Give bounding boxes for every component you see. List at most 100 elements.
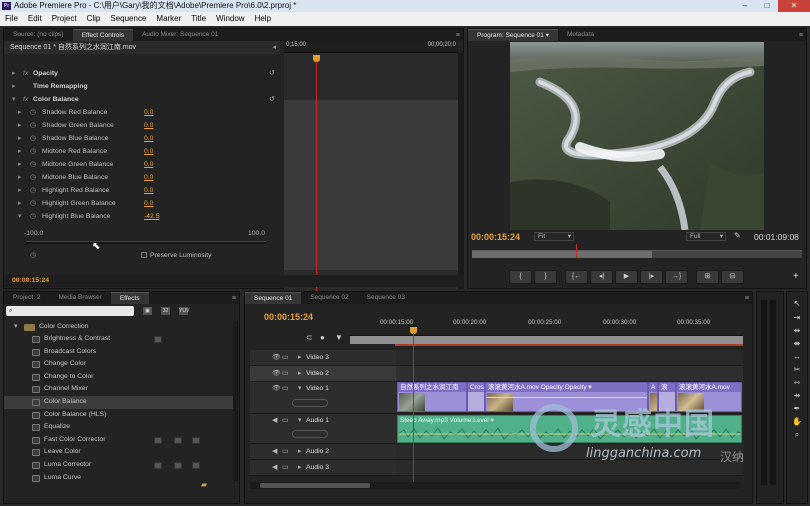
track-lane-audio-3[interactable] [396, 460, 743, 476]
accelerated-effects-button[interactable]: ▣ [142, 306, 153, 316]
stopwatch-icon[interactable]: ◷ [30, 249, 36, 262]
tab-sequence-01[interactable]: Sequence 01 [245, 292, 302, 304]
effect-item[interactable]: Luma Curve [4, 472, 234, 485]
sync-icon[interactable]: ▭ [282, 444, 288, 460]
track-header-audio-2[interactable]: ◀ ▭ ▸ Audio 2 [250, 444, 396, 460]
minimize-icon[interactable]: – [734, 0, 756, 12]
expand-arrow-icon[interactable]: ▸ [18, 119, 21, 132]
program-playhead[interactable] [576, 244, 577, 258]
rolling-edit-tool-icon[interactable]: ⇼ [790, 338, 804, 350]
param-value[interactable]: 0.0 [144, 158, 153, 171]
wrench-icon[interactable]: ✎ [734, 231, 741, 240]
tab-media-browser[interactable]: Media Browser [49, 292, 110, 304]
param-value[interactable]: -42.5 [144, 210, 160, 223]
eye-icon[interactable]: 👁 [272, 366, 281, 382]
track-lane-video-3[interactable] [396, 350, 743, 366]
timeline-timecode[interactable]: 00:00:15:24 [264, 312, 313, 322]
expand-arrow-icon[interactable]: ▸ [298, 350, 301, 366]
menu-file[interactable]: File [0, 12, 23, 26]
maximize-icon[interactable]: □ [756, 0, 778, 12]
timeline-ruler[interactable]: 00:00:15:00 00:00:20:00 00:00:25:00 00:0… [350, 316, 743, 336]
param-value[interactable]: 0.0 [144, 184, 153, 197]
expand-arrow-icon[interactable]: ▸ [18, 197, 21, 210]
tab-project[interactable]: Project: 2 [4, 292, 49, 304]
fit-dropdown[interactable]: Fit ▾ [534, 232, 574, 241]
effect-item[interactable]: Channel Mixer [4, 383, 234, 396]
speaker-icon[interactable]: ◀ [272, 413, 277, 429]
tab-metadata[interactable]: Metadata [558, 29, 603, 41]
razor-tool-icon[interactable]: ✂ [790, 364, 804, 376]
expand-arrow-icon[interactable]: ▸ [298, 366, 301, 382]
collapse-arrow-icon[interactable]: ▾ [14, 321, 17, 334]
keyframe-nav-control[interactable] [292, 399, 328, 407]
hand-tool-icon[interactable]: ✋ [790, 416, 804, 428]
expand-arrow-icon[interactable]: ▸ [18, 158, 21, 171]
effect-item[interactable]: Change to Color [4, 371, 234, 384]
marker-icon[interactable]: ● [320, 333, 325, 342]
effect-controls-timecode[interactable]: 00:00:15:24 [12, 277, 49, 284]
collapse-arrow-icon[interactable]: ▾ [298, 381, 301, 397]
32bit-effects-button[interactable]: 32 [160, 306, 171, 316]
collapse-arrow-icon[interactable]: ▾ [298, 413, 301, 429]
go-to-in-button[interactable]: {← [565, 270, 588, 284]
timeline-h-scrollbar[interactable] [250, 482, 740, 489]
tab-sequence-02[interactable]: Sequence 02 [301, 292, 357, 304]
track-select-tool-icon[interactable]: ⇥ [790, 312, 804, 324]
film-icon[interactable]: ▭ [282, 366, 288, 382]
eye-icon[interactable]: 👁 [272, 350, 281, 366]
go-to-out-button[interactable]: →} [665, 270, 688, 284]
effect-item[interactable]: Equalize [4, 421, 234, 434]
param-value[interactable]: 0.0 [144, 106, 153, 119]
stopwatch-icon[interactable]: ◷ [30, 197, 36, 210]
menu-clip[interactable]: Clip [82, 12, 106, 26]
keyframe-scrollbar[interactable] [458, 53, 464, 289]
effects-scrollbar[interactable] [233, 321, 238, 481]
param-value[interactable]: 0.0 [144, 171, 153, 184]
effect-row-opacity[interactable]: ▸ fx Opacity ↺ [4, 67, 280, 80]
video-clip[interactable]: 自然系列之水润江南 [397, 382, 467, 412]
work-area-bar[interactable] [350, 336, 743, 344]
track-header-video-3[interactable]: 👁 ▭ ▸ Video 3 [250, 350, 396, 366]
expand-arrow-icon[interactable]: ▸ [18, 145, 21, 158]
quality-dropdown[interactable]: Full ▾ [686, 232, 726, 241]
film-icon[interactable]: ▭ [282, 350, 288, 366]
menu-help[interactable]: Help [250, 12, 276, 26]
tab-effect-controls[interactable]: Effect Controls [72, 29, 134, 41]
tab-audio-mixer[interactable]: Audio Mixer: Sequence 01 [133, 29, 227, 41]
panel-menu-icon[interactable]: ≡ [232, 293, 236, 305]
menu-title[interactable]: Title [186, 12, 211, 26]
menu-window[interactable]: Window [211, 12, 249, 26]
pen-tool-icon[interactable]: ✒ [790, 403, 804, 415]
film-icon[interactable]: ▭ [282, 381, 288, 397]
keyframe-nav-control[interactable] [292, 430, 328, 438]
collapse-arrow-icon[interactable]: ◂ [272, 41, 276, 54]
opacity-rubberband[interactable] [486, 397, 647, 398]
param-value[interactable]: 0.0 [144, 132, 153, 145]
fx-icon[interactable]: fx [23, 93, 28, 106]
eye-icon[interactable]: 👁 [272, 381, 281, 397]
effect-item[interactable]: Leave Color [4, 446, 234, 459]
program-timecode[interactable]: 00:00:15:24 [471, 232, 520, 242]
menu-project[interactable]: Project [47, 12, 82, 26]
rate-stretch-tool-icon[interactable]: ↔ [790, 351, 804, 363]
stopwatch-icon[interactable]: ◷ [30, 184, 36, 197]
effects-search-input[interactable]: ⌕ [6, 306, 134, 316]
speaker-icon[interactable]: ◀ [272, 460, 277, 476]
stopwatch-icon[interactable]: ◷ [30, 158, 36, 171]
stopwatch-icon[interactable]: ◷ [30, 171, 36, 184]
effect-item[interactable]: Fast Color Corrector [4, 434, 234, 447]
param-value[interactable]: 0.0 [144, 197, 153, 210]
menu-marker[interactable]: Marker [151, 12, 186, 26]
tab-effects[interactable]: Effects [110, 292, 149, 304]
yuv-effects-button[interactable]: YUV [178, 306, 189, 316]
effect-item[interactable]: Broadcast Colors [4, 346, 234, 359]
slide-tool-icon[interactable]: ⇸ [790, 390, 804, 402]
selection-tool-icon[interactable]: ↖ [790, 298, 804, 310]
ripple-edit-tool-icon[interactable]: ⇹ [790, 325, 804, 337]
expand-arrow-icon[interactable]: ▸ [18, 184, 21, 197]
extract-button[interactable]: ⊟ [721, 270, 744, 284]
play-button[interactable]: ▶ [615, 270, 638, 284]
menu-sequence[interactable]: Sequence [105, 12, 151, 26]
effect-row-color-balance[interactable]: ▾ fx Color Balance ↺ [4, 93, 280, 106]
step-forward-button[interactable]: |▸ [640, 270, 663, 284]
